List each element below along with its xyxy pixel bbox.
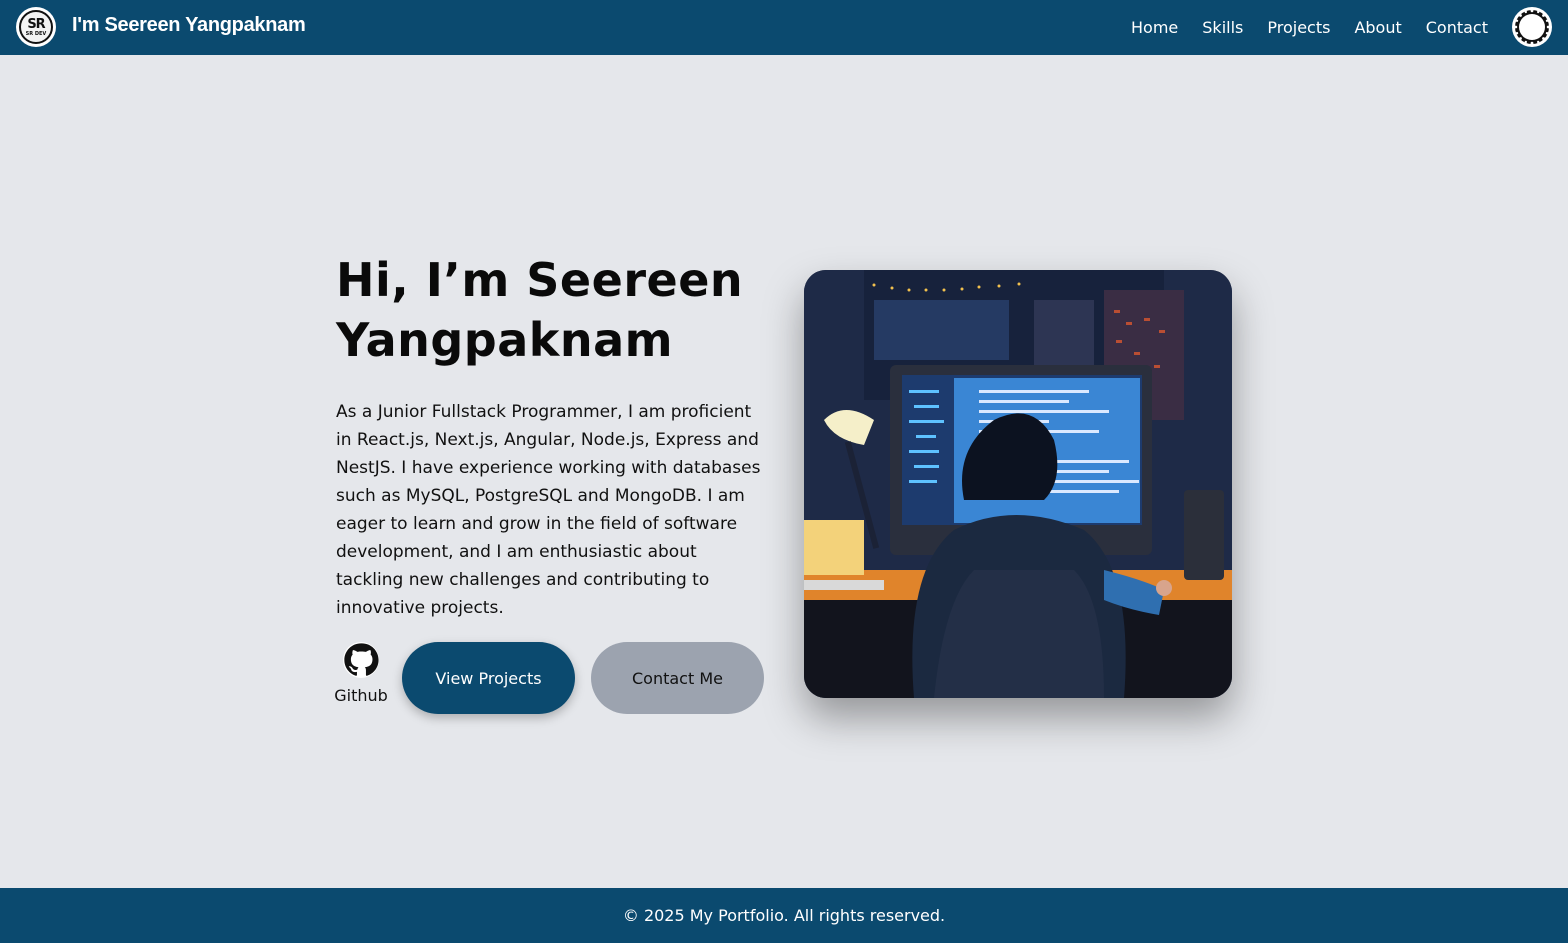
illustration-art [804,270,1232,698]
github-label: Github [334,686,388,705]
hero-text: Hi, I’m Seereen Yangpaknam As a Junior F… [336,250,766,622]
logo[interactable]: SR SR DEV [16,7,56,47]
theme-toggle-button[interactable] [1512,7,1552,47]
footer: © 2025 My Portfolio. All rights reserved… [0,888,1568,943]
nav-links: Home Skills Projects About Contact [1131,0,1488,55]
nav-link-projects[interactable]: Projects [1267,18,1330,37]
hero-title: Hi, I’m Seereen Yangpaknam [336,253,744,367]
hero-description: As a Junior Fullstack Programmer, I am p… [336,402,761,618]
nav-link-contact[interactable]: Contact [1426,18,1488,37]
footer-copyright: © 2025 My Portfolio. All rights reserved… [622,906,946,925]
logo-badge: SR SR DEV [19,10,53,44]
navbar: SR SR DEV I'm Seereen Yangpaknam Home Sk… [0,0,1568,55]
logo-subtext: SR DEV [25,30,47,37]
logo-text: SR [27,16,45,32]
nav-link-skills[interactable]: Skills [1202,18,1243,37]
sun-icon [1512,7,1552,47]
view-projects-button[interactable]: View Projects [402,642,575,714]
github-link[interactable]: Github [334,642,388,705]
nav-link-home[interactable]: Home [1131,18,1178,37]
contact-me-button[interactable]: Contact Me [591,642,764,714]
brand-name[interactable]: I'm Seereen Yangpaknam [72,14,306,37]
nav-link-about[interactable]: About [1354,18,1401,37]
programmer-illustration [804,270,1232,698]
hero-actions: Github View Projects Contact Me [334,642,764,714]
github-icon [343,642,379,678]
